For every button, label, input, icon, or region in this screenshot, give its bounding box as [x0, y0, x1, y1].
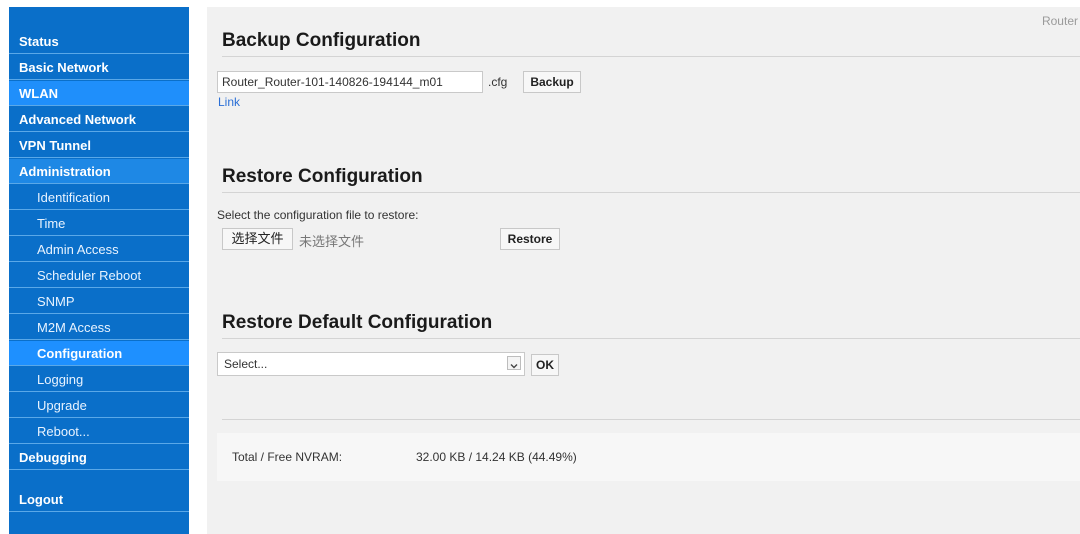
sidebar-item-m2m-access[interactable]: M2M Access [9, 315, 189, 340]
backup-button[interactable]: Backup [523, 71, 581, 93]
footer-divider [222, 419, 1080, 420]
chevron-down-icon[interactable] [507, 356, 521, 370]
backup-link[interactable]: Link [218, 95, 240, 109]
ok-button[interactable]: OK [531, 354, 559, 376]
sidebar: Status Basic Network WLAN Advanced Netwo… [9, 7, 189, 534]
backup-divider [222, 56, 1080, 57]
default-config-select[interactable]: Select... [217, 352, 525, 376]
sidebar-item-snmp[interactable]: SNMP [9, 289, 189, 314]
select-value: Select... [224, 357, 268, 371]
restore-default-title: Restore Default Configuration [222, 312, 493, 333]
backup-title: Backup Configuration [222, 30, 421, 51]
nvram-label: Total / Free NVRAM: [232, 450, 343, 464]
restore-title: Restore Configuration [222, 166, 423, 187]
nav-advanced-network[interactable]: Advanced Network [9, 107, 189, 132]
sidebar-item-identification[interactable]: Identification [9, 185, 189, 210]
sidebar-item-configuration[interactable]: Configuration [9, 341, 189, 366]
restore-button[interactable]: Restore [500, 228, 560, 250]
router-label: Router [1041, 14, 1078, 28]
restore-default-divider [222, 338, 1080, 339]
restore-divider [222, 192, 1080, 193]
no-file-label: 未选择文件 [299, 234, 365, 249]
sidebar-item-scheduler-reboot[interactable]: Scheduler Reboot [9, 263, 189, 288]
sidebar-item-time[interactable]: Time [9, 211, 189, 236]
nvram-panel: Total / Free NVRAM: 32.00 KB / 14.24 KB … [217, 433, 1080, 481]
sidebar-item-logging[interactable]: Logging [9, 367, 189, 392]
nav-vpn-tunnel[interactable]: VPN Tunnel [9, 133, 189, 158]
nvram-value: 32.00 KB / 14.24 KB (44.49%) [416, 450, 577, 464]
main-content: Router Backup Configuration Router_Route… [207, 7, 1080, 534]
backup-filename-field[interactable]: Router_Router-101-140826-194144_m01 [217, 71, 483, 93]
nav-basic-network[interactable]: Basic Network [9, 55, 189, 80]
nav-administration[interactable]: Administration [9, 159, 189, 184]
restore-prompt: Select the configuration file to restore… [217, 208, 419, 222]
nav-wlan[interactable]: WLAN [9, 81, 189, 106]
sidebar-item-admin-access[interactable]: Admin Access [9, 237, 189, 262]
sidebar-item-reboot[interactable]: Reboot... [9, 419, 189, 444]
backup-ext-label: .cfg [488, 75, 508, 89]
sidebar-item-upgrade[interactable]: Upgrade [9, 393, 189, 418]
choose-file-button[interactable]: 选择文件 [222, 228, 293, 250]
nav-logout[interactable]: Logout [9, 487, 189, 512]
nav-status[interactable]: Status [9, 29, 189, 54]
nav-debugging[interactable]: Debugging [9, 445, 189, 470]
